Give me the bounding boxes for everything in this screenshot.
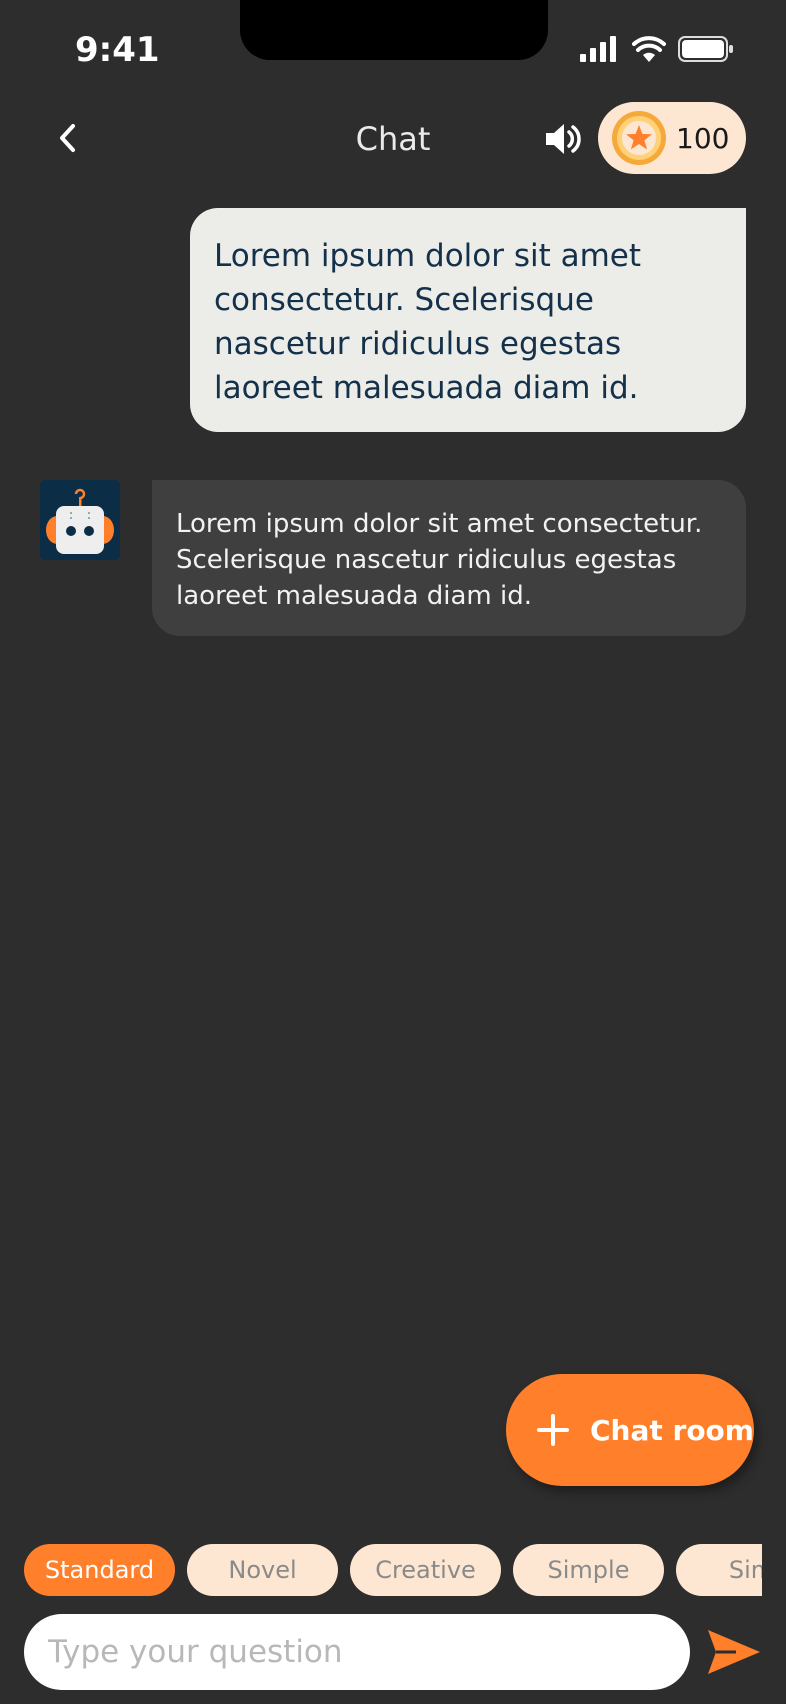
plus-icon [537,1414,569,1446]
coin-count: 100 [676,121,730,155]
status-time: 9:41 [75,30,160,70]
coin-star-icon [612,111,666,165]
chat-room-label: Chat room [590,1413,754,1447]
chat-room-button[interactable]: Chat room [506,1374,754,1486]
status-bar: 9:41 [0,0,786,100]
status-icons [580,36,734,62]
chip-standard[interactable]: Standard [24,1544,175,1596]
chip-creative[interactable]: Creative [350,1544,501,1596]
chip-simple[interactable]: Simple [513,1544,664,1596]
send-icon[interactable] [706,1626,762,1678]
mode-chips: Standard Novel Creative Simple Sim [24,1544,762,1598]
battery-icon [678,36,733,62]
chip-sim[interactable]: Sim [676,1544,762,1596]
robot-avatar-icon [40,480,120,560]
signal-icon [580,36,616,62]
notch [240,0,548,60]
bot-message-bubble: Lorem ipsum dolor sit amet consectetur. … [152,480,746,636]
user-message-bubble: Lorem ipsum dolor sit amet consectetur. … [190,208,746,432]
bot-avatar [40,480,120,560]
volume-icon[interactable] [542,118,584,160]
question-input[interactable] [24,1614,690,1690]
coin-balance-badge[interactable]: 100 [598,102,746,174]
wifi-icon [632,36,666,62]
chip-novel[interactable]: Novel [187,1544,338,1596]
